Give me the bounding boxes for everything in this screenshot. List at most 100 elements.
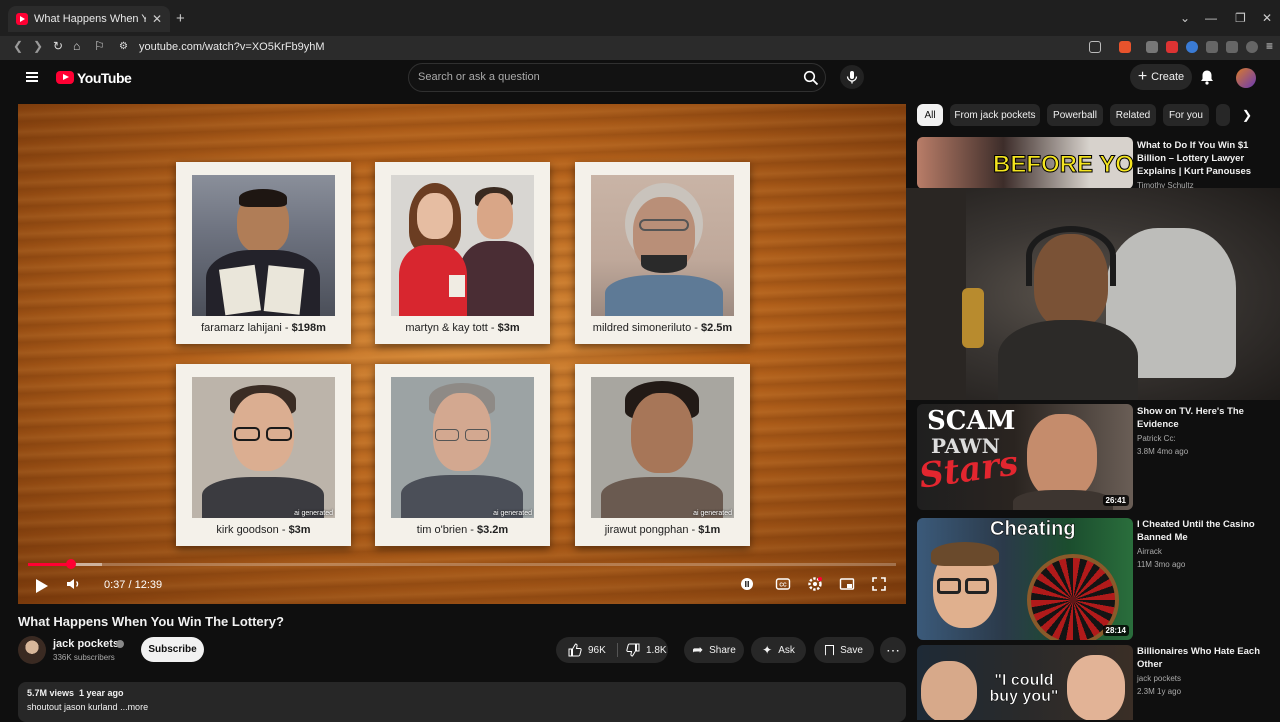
progress-bar[interactable] <box>28 563 896 566</box>
guide-menu-icon[interactable] <box>26 72 38 82</box>
menu-icon[interactable]: ≡ <box>1266 39 1273 53</box>
notifications-bell-icon[interactable] <box>1198 68 1216 86</box>
thumbnail-text: "I could buy you" <box>989 672 1059 705</box>
save-label: Save <box>840 644 863 656</box>
settings-gear-icon[interactable] <box>807 576 823 592</box>
chip-powerball[interactable]: Powerball <box>1047 104 1103 126</box>
recommendation-thumbnail[interactable]: "I could buy you" <box>917 645 1133 720</box>
tab-list-chevron-icon[interactable]: ⌄ <box>1180 11 1190 25</box>
media-icon[interactable] <box>1226 41 1238 53</box>
channel-avatar[interactable] <box>18 636 46 664</box>
site-info-icon[interactable]: ⚙ <box>119 41 128 52</box>
progress-scrubber-handle[interactable] <box>66 559 76 569</box>
winner-photo <box>192 175 335 316</box>
browser-tab[interactable]: What Happens When You Win T ✕ <box>8 6 170 32</box>
chip-for-you[interactable]: For you <box>1163 104 1209 126</box>
forward-icon[interactable]: ❯ <box>33 39 43 53</box>
extension-red-icon[interactable] <box>1166 41 1178 53</box>
captions-icon[interactable]: CC <box>775 576 791 592</box>
close-tab-icon[interactable]: ✕ <box>152 12 162 26</box>
account-avatar[interactable] <box>1236 68 1256 88</box>
winner-card: faramarz lahijani - $198m <box>176 162 351 344</box>
extension-icon[interactable] <box>1146 41 1158 53</box>
chip-all[interactable]: All <box>917 104 943 126</box>
bookmark-save-icon <box>825 644 835 656</box>
recommendation-meta: 3.8M 4mo ago <box>1137 447 1189 456</box>
close-window-icon[interactable]: ✕ <box>1262 11 1272 25</box>
maximize-icon[interactable]: ❐ <box>1235 11 1246 25</box>
more-actions-icon[interactable]: ⋯ <box>880 637 906 663</box>
home-icon[interactable]: ⌂ <box>73 39 80 53</box>
extension-blue-icon[interactable] <box>1186 41 1198 53</box>
like-button[interactable]: 96K <box>568 643 606 657</box>
chip-overflow <box>1216 104 1230 126</box>
winner-card: mildred simoneriluto - $2.5m <box>575 162 750 344</box>
winner-photo <box>591 175 734 316</box>
recommendation-channel: jack pockets <box>1137 674 1182 683</box>
recommendation-title[interactable]: Show on TV. Here's The Evidence <box>1137 405 1267 431</box>
ask-button[interactable]: ✦ Ask <box>751 637 806 663</box>
thumbnail-text: SCAM <box>927 406 1016 436</box>
verified-check-icon <box>116 640 124 648</box>
address-bar[interactable]: youtube.com/watch?v=XO5KrFb9yhM <box>139 41 325 53</box>
like-count: 96K <box>588 644 606 656</box>
svg-text:CC: CC <box>779 583 787 589</box>
fullscreen-icon[interactable] <box>871 576 887 592</box>
autoplay-toggle-icon[interactable] <box>739 576 755 592</box>
chip-from-channel[interactable]: From jack pockets <box>950 104 1040 126</box>
chips-next-chevron-icon[interactable]: ❯ <box>1238 106 1256 124</box>
share-button[interactable]: ➦ Share <box>684 637 744 663</box>
time-display: 0:37 / 12:39 <box>104 579 163 591</box>
save-button[interactable]: Save <box>814 637 874 663</box>
back-icon[interactable]: ❮ <box>13 39 23 53</box>
duration-badge: 28:14 <box>1102 625 1129 636</box>
description-text[interactable]: shoutout jason kurland ...more <box>27 702 148 712</box>
thumbnail-text: BEFORE YOU <box>992 151 1133 179</box>
youtube-wordmark[interactable]: YouTube <box>77 70 132 86</box>
subscriber-count: 336K subscribers <box>53 653 115 662</box>
like-dislike-group: 96K 1.8K <box>556 637 668 663</box>
dislike-count: 1.8K <box>646 644 667 656</box>
description-box[interactable] <box>18 682 906 722</box>
bookmark-icon[interactable]: ⚐ <box>94 39 105 53</box>
youtube-header: YouTube Search or ask a question + Creat… <box>0 60 1280 100</box>
play-icon[interactable] <box>35 578 49 594</box>
dislike-button[interactable]: 1.8K <box>626 643 667 657</box>
recommendation-title[interactable]: What to Do If You Win $1 Billion – Lotte… <box>1137 139 1267 178</box>
thumbnail-text: Cheating <box>990 518 1076 540</box>
video-player[interactable]: faramarz lahijani - $198m martyn & kay t… <box>18 104 906 604</box>
cast-icon[interactable] <box>1089 41 1101 53</box>
create-button[interactable]: + Create <box>1130 64 1192 90</box>
winner-card: ai generated tim o'brien - $3.2m <box>375 364 550 546</box>
winner-caption: faramarz lahijani - $198m <box>201 322 326 334</box>
winner-photo: ai generated <box>591 377 734 518</box>
sparkle-icon: ✦ <box>762 643 773 657</box>
reload-icon[interactable]: ↻ <box>53 39 63 53</box>
recommendation-thumbnail[interactable]: BEFORE YOU <box>917 137 1133 189</box>
recommendation-thumbnail[interactable]: SCAM PAWN Stars 26:41 <box>917 404 1133 510</box>
winner-photo <box>391 175 534 316</box>
search-icon[interactable] <box>803 70 819 86</box>
puzzle-icon[interactable] <box>1206 41 1218 53</box>
volume-icon[interactable] <box>66 576 82 592</box>
brave-shield-icon[interactable] <box>1119 41 1131 53</box>
recommendation-thumbnail[interactable]: Cheating 28:14 <box>917 518 1133 640</box>
winner-card: martyn & kay tott - $3m <box>375 162 550 344</box>
wallet-icon[interactable] <box>1246 41 1258 53</box>
create-label: Create <box>1151 71 1185 83</box>
winner-caption: jirawut pongphan - $1m <box>604 524 721 536</box>
channel-name[interactable]: jack pockets <box>53 638 119 650</box>
browser-tab-bar: What Happens When You Win T ✕ + ⌄ — ❐ ✕ <box>0 0 1280 36</box>
duration-badge: 26:41 <box>1102 495 1129 506</box>
recommendation-title[interactable]: I Cheated Until the Casino Banned Me <box>1137 518 1267 544</box>
subscribe-button[interactable]: Subscribe <box>141 637 204 662</box>
chip-related[interactable]: Related <box>1110 104 1156 126</box>
headset-icon <box>1026 226 1116 286</box>
voice-search-icon[interactable] <box>840 65 864 89</box>
youtube-logo-icon[interactable] <box>56 71 74 84</box>
recommendation-title[interactable]: Billionaires Who Hate Each Other <box>1137 645 1267 671</box>
minimize-icon[interactable]: — <box>1205 11 1217 25</box>
miniplayer-icon[interactable] <box>839 576 855 592</box>
ask-label: Ask <box>778 644 795 656</box>
new-tab-icon[interactable]: + <box>176 10 185 27</box>
